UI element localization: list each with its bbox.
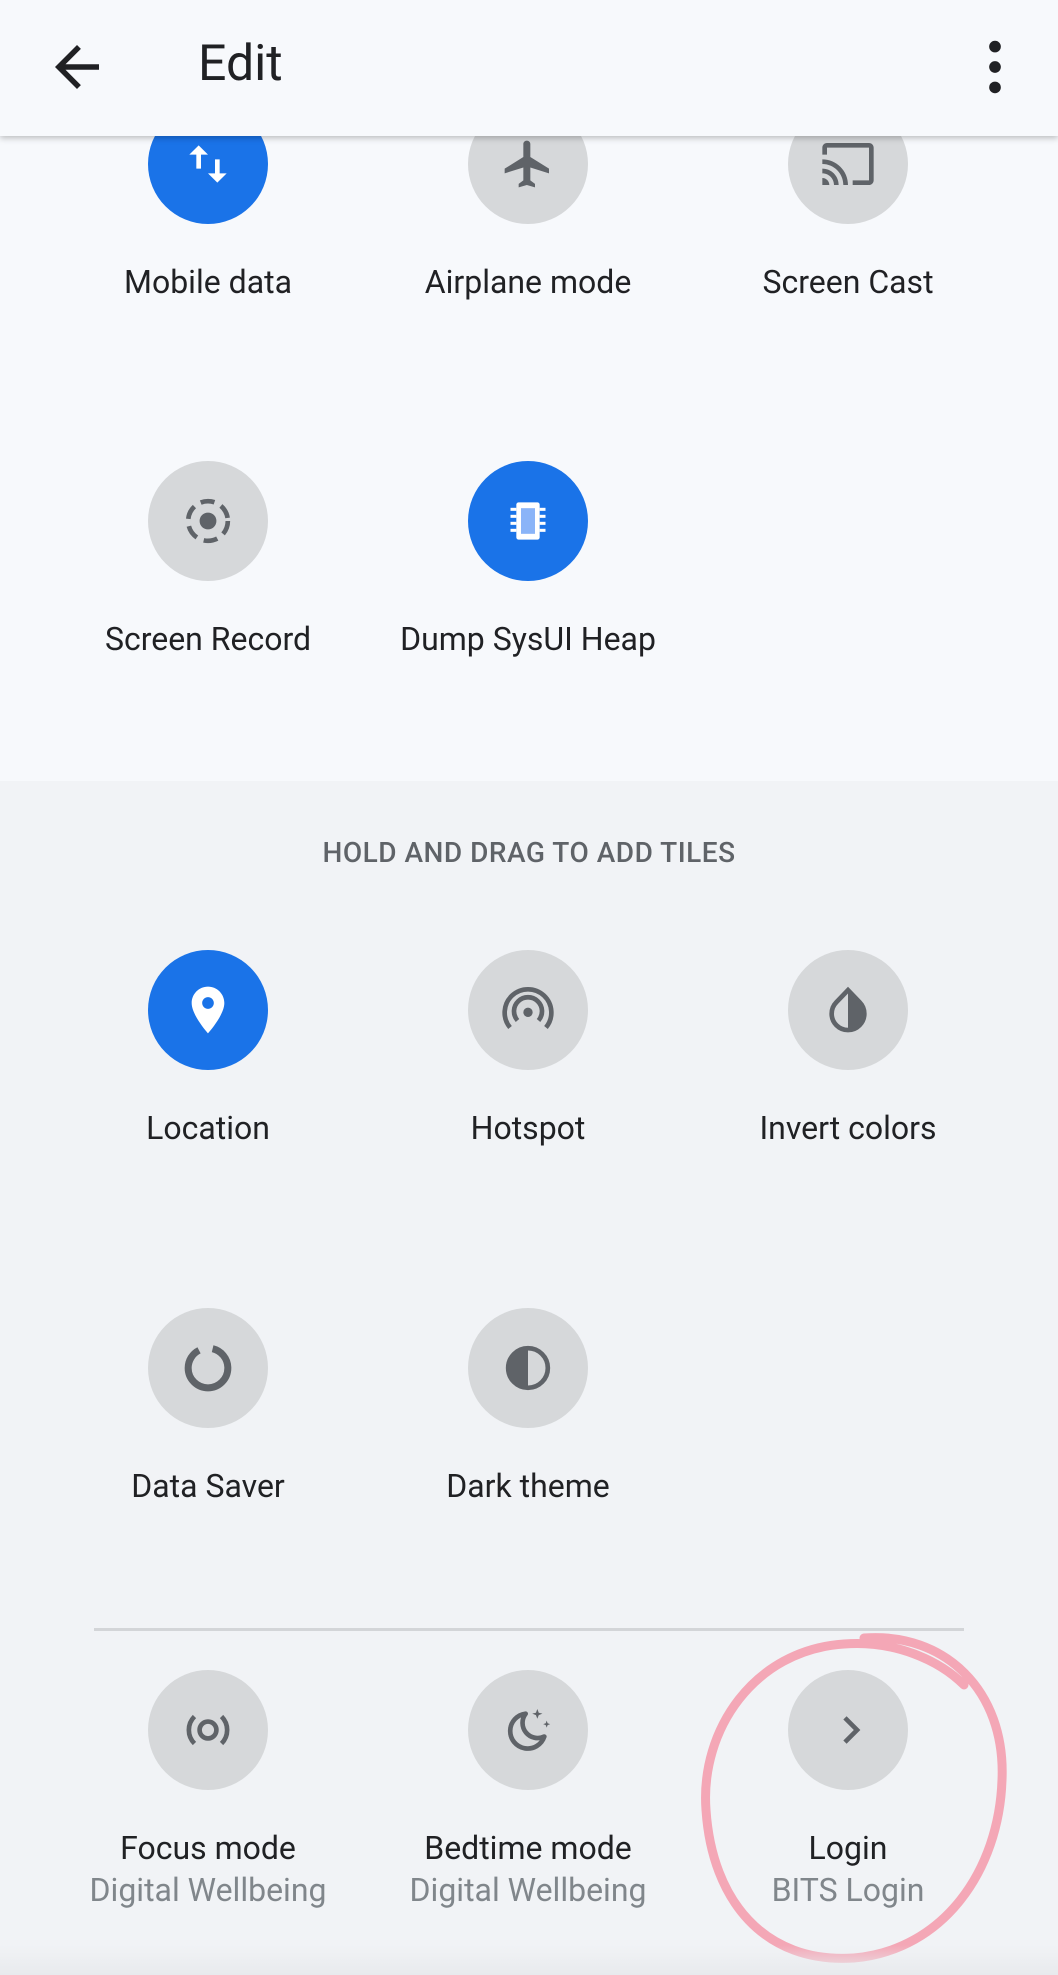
tile-label: Screen Record xyxy=(104,620,312,658)
tile-dark-theme[interactable]: Dark theme xyxy=(368,1308,688,1506)
tile-icon-circle xyxy=(788,1670,908,1790)
tile-label: Dark theme xyxy=(446,1467,610,1505)
back-button[interactable] xyxy=(44,34,110,100)
tile-invert-colors[interactable]: Invert colors xyxy=(688,950,1008,1148)
more-vert-icon xyxy=(989,40,1001,94)
top-app-bar: Edit xyxy=(0,0,1058,136)
tile-label: Data Saver xyxy=(131,1467,285,1505)
tile-label: Mobile data xyxy=(124,263,292,301)
tile-app-name: BITS Login xyxy=(771,1871,925,1909)
focus-mode-icon xyxy=(186,1714,230,1746)
airplane-icon xyxy=(504,140,549,188)
tile-icon-circle xyxy=(788,950,908,1070)
drag-hint: HOLD AND DRAG TO ADD TILES xyxy=(322,836,736,869)
tile-app-name: Digital Wellbeing xyxy=(409,1871,647,1909)
data-saver-icon xyxy=(184,1344,232,1392)
bottom-fade xyxy=(0,1945,1058,1975)
tile-label: Login xyxy=(808,1829,888,1867)
arrow-back-icon xyxy=(55,45,99,89)
invert-colors-icon xyxy=(829,986,867,1033)
tile-label: Bedtime mode xyxy=(424,1829,632,1867)
location-pin-icon xyxy=(191,986,225,1034)
mobile-data-icon xyxy=(189,145,227,183)
hotspot-icon xyxy=(502,987,554,1029)
tile-label: Dump SysUI Heap xyxy=(400,620,656,658)
tile-icon-circle xyxy=(468,950,588,1070)
dark-theme-icon xyxy=(505,1345,551,1391)
tile-label: Invert colors xyxy=(759,1109,937,1147)
tile-screen-record[interactable]: Screen Record xyxy=(48,461,368,659)
screen-record-icon xyxy=(185,498,231,544)
more-options-button[interactable] xyxy=(960,32,1030,102)
tile-label: Focus mode xyxy=(120,1829,296,1867)
tile-focus-mode[interactable]: Focus mode Digital Wellbeing xyxy=(48,1670,368,1912)
tile-data-saver[interactable]: Data Saver xyxy=(48,1308,368,1506)
tile-icon-circle xyxy=(468,461,588,581)
tile-icon-circle xyxy=(148,950,268,1070)
tile-label: Location xyxy=(146,1109,270,1147)
cast-icon xyxy=(822,143,874,185)
section-divider xyxy=(94,1628,964,1631)
tile-login[interactable]: Login BITS Login xyxy=(688,1670,1008,1912)
tile-icon-circle xyxy=(148,461,268,581)
tile-icon-circle xyxy=(468,1670,588,1790)
tile-icon-circle xyxy=(148,1670,268,1790)
chevron-right-icon xyxy=(843,1716,861,1744)
tile-app-name: Digital Wellbeing xyxy=(89,1871,327,1909)
tile-label: Screen Cast xyxy=(762,263,934,301)
tile-icon-circle xyxy=(148,1308,268,1428)
tile-bedtime-mode[interactable]: Bedtime mode Digital Wellbeing xyxy=(368,1670,688,1912)
tile-label: Airplane mode xyxy=(424,263,632,301)
bedtime-icon xyxy=(507,1709,551,1751)
tile-label: Hotspot xyxy=(470,1109,586,1147)
tile-location[interactable]: Location xyxy=(48,950,368,1148)
tile-dump-sysui-heap[interactable]: Dump SysUI Heap xyxy=(368,461,688,659)
tile-hotspot[interactable]: Hotspot xyxy=(368,950,688,1148)
page-title: Edit xyxy=(198,35,283,93)
memory-chip-icon xyxy=(510,502,546,540)
tile-icon-circle xyxy=(468,1308,588,1428)
